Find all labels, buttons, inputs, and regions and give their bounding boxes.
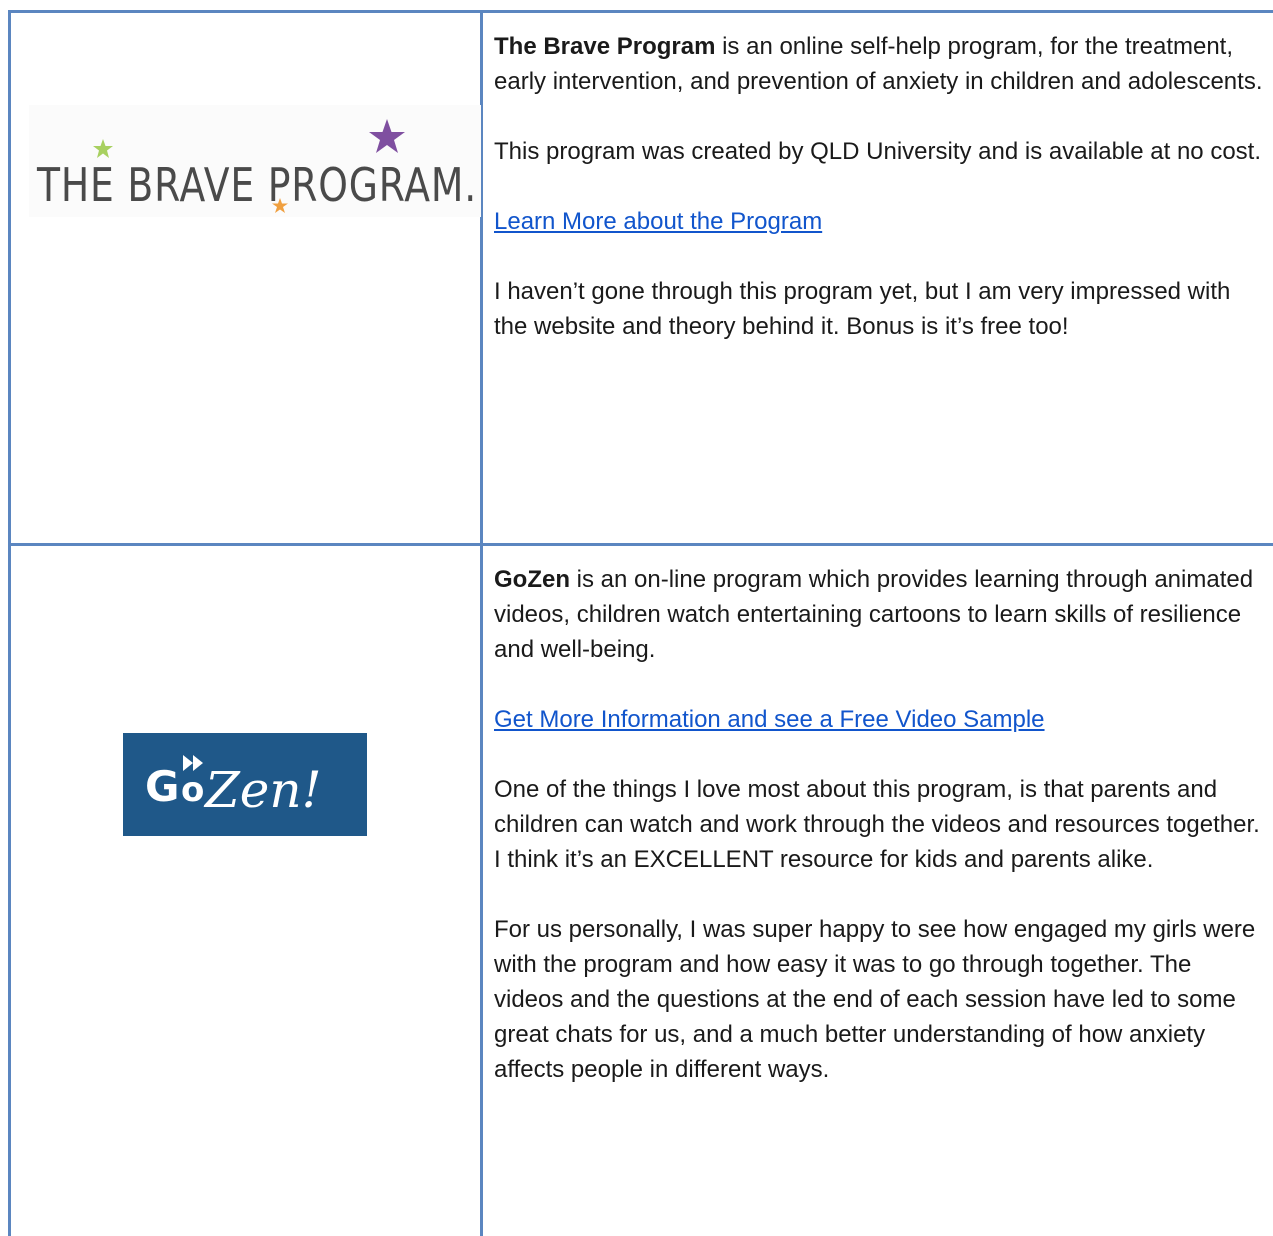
program-title: The Brave Program (494, 33, 716, 60)
logo-cell: G o Zen! (11, 546, 483, 1236)
svg-text:Zen!: Zen! (203, 761, 322, 819)
forward-icon (183, 755, 193, 771)
table-row: THE BRAVE PROGRAM. The Brave Program is … (11, 13, 1273, 546)
table-row: G o Zen! GoZen is an on-line program whi… (11, 546, 1273, 1236)
resources-table: THE BRAVE PROGRAM. The Brave Program is … (8, 10, 1273, 1236)
svg-text:G: G (145, 762, 179, 811)
svg-text:o: o (181, 770, 204, 810)
gozen-logo[interactable]: G o Zen! (123, 733, 367, 836)
opinion-paragraph: One of the things I love most about this… (494, 776, 1260, 873)
logo-cell: THE BRAVE PROGRAM. (11, 13, 483, 543)
brave-program-logo[interactable]: THE BRAVE PROGRAM. (29, 105, 481, 217)
link-paragraph: Learn More about the Program (494, 204, 1266, 239)
opinion-paragraph: I haven’t gone through this program yet,… (494, 278, 1231, 340)
availability-paragraph: This program was created by QLD Universi… (494, 138, 1262, 165)
description-cell: GoZen is an on-line program which provid… (483, 546, 1273, 1236)
brave-logo-image: THE BRAVE PROGRAM. (36, 119, 477, 213)
brave-logo-text: THE BRAVE PROGRAM. (36, 158, 477, 212)
intro-text: is an on-line program which provides lea… (494, 566, 1254, 663)
personal-paragraph: For us personally, I was super happy to … (494, 916, 1256, 1083)
intro-paragraph: GoZen is an on-line program which provid… (494, 562, 1266, 667)
description-cell: The Brave Program is an online self-help… (483, 13, 1273, 543)
gozen-logo-image: G o Zen! (145, 755, 322, 819)
green-star-icon (93, 139, 113, 158)
purple-star-icon (369, 119, 405, 153)
program-title: GoZen (494, 566, 570, 593)
intro-paragraph: The Brave Program is an online self-help… (494, 29, 1266, 99)
link-paragraph: Get More Information and see a Free Vide… (494, 702, 1266, 737)
forward-icon (193, 755, 203, 771)
more-info-link[interactable]: Get More Information and see a Free Vide… (494, 706, 1045, 733)
learn-more-link[interactable]: Learn More about the Program (494, 208, 822, 235)
